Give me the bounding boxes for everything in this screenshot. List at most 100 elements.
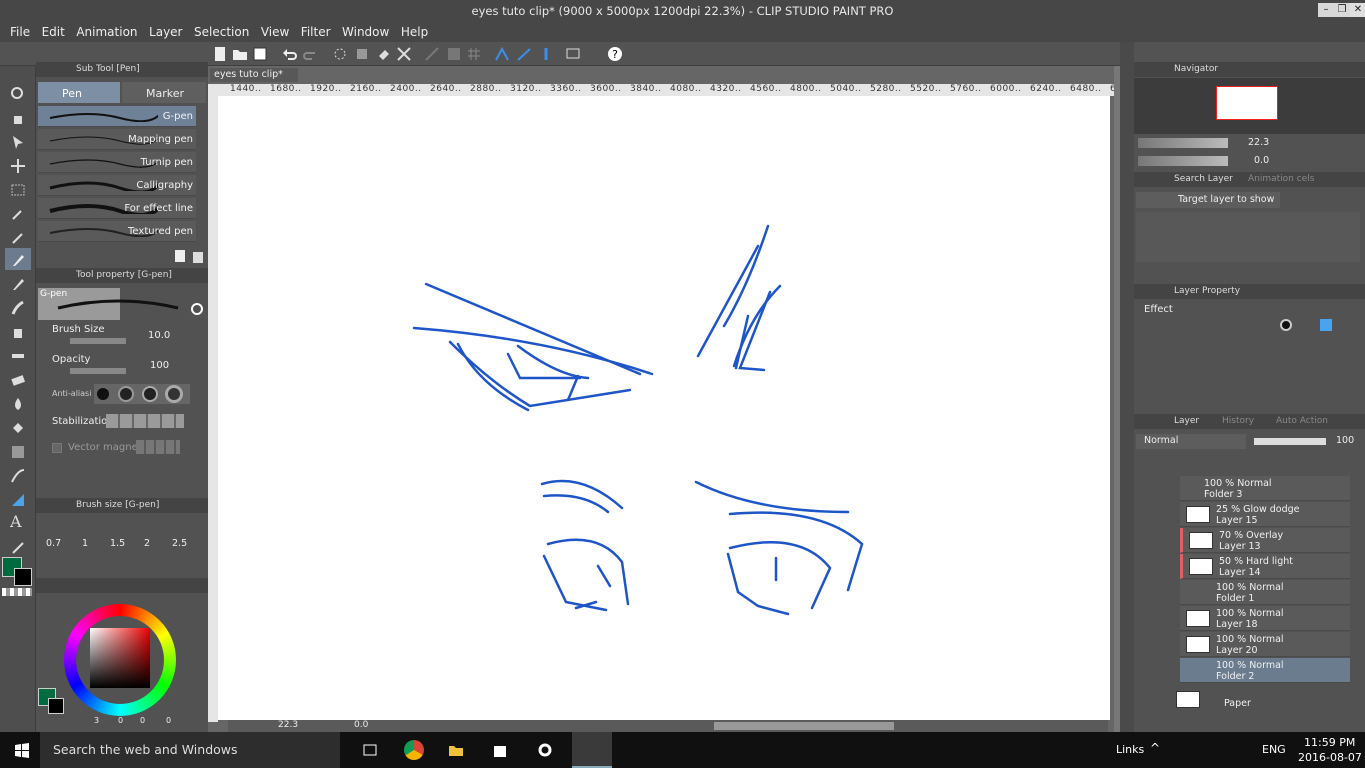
horizontal-scrollbar[interactable] <box>714 722 894 730</box>
selection-icon[interactable] <box>10 182 26 198</box>
store-icon[interactable] <box>492 742 508 758</box>
snap-ruler-icon[interactable] <box>424 46 440 62</box>
eraser-icon[interactable] <box>10 372 26 388</box>
help-icon[interactable]: ? <box>607 46 623 62</box>
task-view-icon[interactable] <box>362 742 378 758</box>
text-tool-icon[interactable]: A <box>10 512 26 531</box>
menu-animation[interactable]: Animation <box>66 22 137 39</box>
save-icon[interactable] <box>252 46 268 62</box>
pencil-icon[interactable] <box>10 276 26 292</box>
clock-time[interactable]: 11:59 PM <box>1304 736 1355 749</box>
layer-color-icon[interactable] <box>1320 319 1332 331</box>
fill-icon[interactable] <box>376 46 392 62</box>
menu-layer[interactable]: Layer <box>139 22 182 39</box>
zoom-readout[interactable]: 22.3 <box>278 720 298 730</box>
layer-row-layer-18[interactable]: 100 % Normal Layer 18 <box>1180 606 1350 631</box>
brush-mapping-pen[interactable]: Mapping pen <box>38 129 196 150</box>
menu-help[interactable]: Help <box>391 22 428 39</box>
ruler-blue-icon[interactable] <box>494 46 510 62</box>
airbrush-icon[interactable] <box>10 324 26 340</box>
brush-turnip-pen[interactable]: Turnip pen <box>38 152 196 173</box>
nav-zoom-value[interactable]: 22.3 <box>1248 137 1269 148</box>
menu-window[interactable]: Window <box>332 22 389 39</box>
menu-selection[interactable]: Selection <box>184 22 249 39</box>
blend-mode-dropdown[interactable]: Normal <box>1136 434 1246 449</box>
notification-chevron-icon[interactable]: ^ <box>1150 741 1160 755</box>
menu-view[interactable]: View <box>251 22 289 39</box>
brush-size-value[interactable]: 10.0 <box>148 330 170 341</box>
size-0-7[interactable]: 0.7 <box>46 538 61 549</box>
decoration-icon[interactable] <box>10 348 26 364</box>
anti-aliasing-selector[interactable] <box>94 384 190 404</box>
tab-marker[interactable]: Marker <box>122 82 206 103</box>
transparent-color-swatch[interactable] <box>2 588 32 596</box>
symmetry-icon[interactable] <box>538 46 554 62</box>
menu-file[interactable]: File <box>0 22 30 39</box>
layer-opacity-slider[interactable] <box>1254 438 1326 445</box>
gradient-icon[interactable] <box>10 444 26 460</box>
move-layer-icon[interactable] <box>10 158 26 174</box>
nav-angle-slider[interactable] <box>1138 156 1228 166</box>
vector-magnet-checkbox[interactable] <box>52 443 62 453</box>
saturation-value-square[interactable] <box>90 628 150 688</box>
operation-icon[interactable] <box>10 134 26 150</box>
snap-grid-icon[interactable] <box>466 46 482 62</box>
brush-textured-pen[interactable]: Textured pen <box>38 221 196 242</box>
links-toolbar[interactable]: Links <box>1116 743 1144 756</box>
drawing-canvas[interactable] <box>218 96 1110 720</box>
size-2[interactable]: 2 <box>144 538 150 549</box>
opacity-slider[interactable] <box>70 368 126 374</box>
blend-icon[interactable] <box>10 396 26 412</box>
settings-gear-icon[interactable] <box>537 742 553 758</box>
perspective-icon[interactable] <box>516 46 532 62</box>
layer-row-layer-20[interactable]: 100 % Normal Layer 20 <box>1180 632 1350 657</box>
brush-calligraphy[interactable]: Calligraphy <box>38 175 196 196</box>
maximize-button[interactable]: ❐ <box>1334 3 1350 17</box>
aa-medium-icon[interactable] <box>144 388 156 400</box>
layer-row-paper[interactable]: Paper <box>1140 688 1350 713</box>
stabilization-slider[interactable] <box>106 414 184 428</box>
brush-g-pen[interactable]: G-pen <box>38 106 196 127</box>
layer-row-folder-3[interactable]: 100 % Normal Folder 3 <box>1180 476 1350 501</box>
transform-icon[interactable] <box>396 46 412 62</box>
hand-icon[interactable] <box>10 110 26 126</box>
tool-settings-icon[interactable] <box>190 302 206 318</box>
size-1[interactable]: 1 <box>82 538 88 549</box>
clock-date[interactable]: 2016-08-07 <box>1298 751 1362 764</box>
clear-selection-icon[interactable] <box>332 46 348 62</box>
aa-none-icon[interactable] <box>97 388 109 400</box>
layer-row-folder-2[interactable]: 100 % Normal Folder 2 <box>1180 658 1350 683</box>
panel-sub-color[interactable] <box>48 698 64 714</box>
opacity-value[interactable]: 100 <box>150 360 169 371</box>
ruler-icon[interactable] <box>10 492 26 508</box>
size-2-5[interactable]: 2.5 <box>172 538 187 549</box>
auto-select-icon[interactable] <box>10 206 26 222</box>
layer-row-layer-13[interactable]: 70 % Overlay Layer 13 <box>1180 528 1350 553</box>
windows-start-icon[interactable] <box>14 742 30 758</box>
close-button[interactable]: ✕ <box>1350 3 1365 17</box>
fill-bucket-icon[interactable] <box>10 420 26 436</box>
pen-icon[interactable] <box>10 252 26 268</box>
redo-icon[interactable] <box>302 46 318 62</box>
border-effect-icon[interactable] <box>1280 319 1292 331</box>
figure-icon[interactable] <box>10 468 26 484</box>
aa-strong-icon[interactable] <box>168 388 180 400</box>
navigator-viewport[interactable] <box>1216 86 1278 120</box>
layer-row-folder-1[interactable]: 100 % Normal Folder 1 <box>1180 580 1350 605</box>
taskbar-search[interactable]: Search the web and Windows <box>40 732 340 768</box>
sub-color-swatch[interactable] <box>14 568 32 586</box>
screen-icon[interactable] <box>566 46 582 62</box>
minimize-button[interactable]: – <box>1318 3 1334 17</box>
open-folder-icon[interactable] <box>232 46 248 62</box>
trash-icon[interactable] <box>190 248 206 264</box>
vector-magnet-slider[interactable] <box>136 440 180 454</box>
layer-row-layer-15[interactable]: 25 % Glow dodge Layer 15 <box>1180 502 1350 527</box>
chrome-icon[interactable] <box>404 740 424 760</box>
file-explorer-icon[interactable] <box>448 742 464 758</box>
nav-zoom-slider[interactable] <box>1138 138 1228 148</box>
target-layer-dropdown[interactable]: Target layer to show <box>1136 192 1280 208</box>
tab-pen[interactable]: Pen <box>38 82 120 103</box>
balloon-icon[interactable] <box>10 540 26 556</box>
brush-icon[interactable] <box>10 300 26 316</box>
menu-filter[interactable]: Filter <box>291 22 331 39</box>
